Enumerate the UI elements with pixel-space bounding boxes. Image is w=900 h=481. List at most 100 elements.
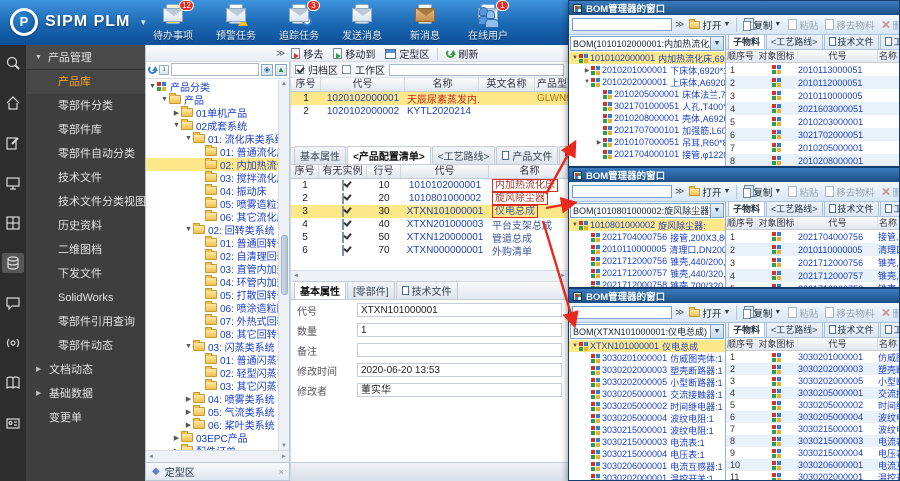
- remove-button[interactable]: 移去: [287, 46, 327, 61]
- bom-search-input[interactable]: [572, 185, 672, 198]
- instance-checkbox[interactable]: [342, 193, 344, 204]
- tab-sub-materials[interactable]: 子物料: [728, 202, 765, 216]
- table-row[interactable]: 5 3030205000002 时间继电器: [726, 399, 899, 411]
- tree-vertical-scrollbar[interactable]: ▲▼: [278, 80, 289, 450]
- table-row[interactable]: 5 2021712000758 锥壳,700/3: [726, 282, 899, 287]
- tab-process-route[interactable]: <工艺路线>: [766, 202, 823, 216]
- tree-expander-icon[interactable]: ▼: [184, 135, 193, 142]
- sort-icon[interactable]: 1: [159, 65, 169, 75]
- bom-tree-node[interactable]: 3030206000001电流互感器:1: [569, 460, 725, 472]
- archive-checkbox[interactable]: [295, 65, 304, 74]
- tab-process-route[interactable]: <工艺路线>: [766, 323, 823, 337]
- search-icon[interactable]: [2, 53, 24, 73]
- tab-process-route[interactable]: <工艺路线>: [432, 146, 496, 164]
- menu-group-item[interactable]: ▶ 基础数据: [26, 382, 145, 406]
- chat-icon[interactable]: [2, 293, 24, 313]
- locate-button[interactable]: ◈: [261, 64, 273, 76]
- table-row[interactable]: 3 3030202000005 小型断路器: [726, 375, 899, 387]
- tree-expander-icon[interactable]: ▶: [595, 139, 603, 146]
- table-row[interactable]: 4 2021603000051: [726, 102, 899, 115]
- tab-process-route[interactable]: <工艺路线>: [766, 35, 823, 49]
- tree-expander-icon[interactable]: ▼: [160, 96, 169, 103]
- tree-expander-icon[interactable]: ▼: [184, 226, 193, 233]
- bom-tree-node[interactable]: 2021712000758锥壳,700/320,1360: [569, 279, 725, 287]
- top-action-button[interactable]: 3 追踪任务: [274, 4, 324, 42]
- expand-button[interactable]: ▲: [275, 64, 287, 76]
- bom-tree-node[interactable]: 3030202000001温控开关:1: [569, 472, 725, 480]
- menu-item[interactable]: 技术文件分类视图: [26, 190, 145, 214]
- tree-expander-icon[interactable]: ▶: [184, 395, 193, 403]
- table-row[interactable]: 8 2010208000001: [726, 154, 899, 166]
- open-button[interactable]: 打开▼: [687, 18, 732, 32]
- bom-search-input[interactable]: [572, 18, 672, 31]
- tree-expander-icon[interactable]: ▶: [184, 421, 193, 429]
- bom-tree-node[interactable]: ▶ 2010107000051吊耳,R60*80,R1296:4: [569, 136, 725, 148]
- tab-sub-materials[interactable]: 子物料: [728, 323, 765, 337]
- tree-expander-icon[interactable]: ▼: [571, 222, 579, 228]
- top-action-button[interactable]: 12 待办事项: [148, 4, 198, 42]
- delete-button[interactable]: 删除: [879, 306, 899, 320]
- bom-tree-node[interactable]: ▼ 1010801000002旋风除尘器:: [569, 219, 725, 231]
- remove-material-button[interactable]: 移去物料: [823, 18, 876, 32]
- bom-tree-node[interactable]: ▶ 2010201000001下床体,6920*1312*2510,6(4):1: [569, 64, 725, 76]
- fixed-area-tab[interactable]: ◆ 定型区 ×: [146, 462, 289, 480]
- refresh-button[interactable]: 刷新: [442, 46, 482, 61]
- tree-expander-icon[interactable]: ▼: [172, 122, 181, 129]
- fixed-area-button[interactable]: 定型区: [381, 46, 433, 61]
- bom-tree-node[interactable]: 3030205000004波纹电阻:1: [569, 412, 725, 424]
- instance-checkbox[interactable]: [342, 245, 344, 256]
- bom-tree-node[interactable]: ▼ XTXN101000001仪电总成: [569, 340, 725, 352]
- tab-tech-files[interactable]: 技术文件: [824, 202, 879, 216]
- table-row[interactable]: 7 2010205000001: [726, 141, 899, 154]
- tab-product-files[interactable]: 产品文件: [496, 146, 558, 164]
- menu-item[interactable]: 产品库: [26, 70, 145, 94]
- home-icon[interactable]: [2, 93, 24, 113]
- grid-icon[interactable]: [2, 213, 24, 233]
- table-row[interactable]: 2 2010110000005 清理口,DN2: [726, 243, 899, 256]
- table-row[interactable]: 8 3030215000003 电流表: [726, 435, 899, 447]
- bom-tree-node[interactable]: 3030201000001仿威图壳体:1: [569, 352, 725, 364]
- bom-tree-node[interactable]: 3030202000003塑壳断路器:1: [569, 364, 725, 376]
- bom-tree-node[interactable]: 2021707000101加强筋,L60*30,7700:1: [569, 124, 725, 136]
- top-action-button[interactable]: 1 在线用户: [463, 4, 513, 42]
- tree-expander-icon[interactable]: ▼: [148, 83, 157, 90]
- tab-tech-files[interactable]: 技术文件: [396, 281, 458, 299]
- table-row[interactable]: 1 1020102000001 天辰尿素蒸发内... GLWN9: [291, 92, 568, 105]
- table-row[interactable]: 3 2010110000005: [726, 89, 899, 102]
- delete-button[interactable]: 删除: [879, 18, 899, 32]
- bom-tree-node[interactable]: 3030215000001波纹电阻:1: [569, 424, 725, 436]
- bom-tree-node[interactable]: 2021704000756接管,200X3,80:1: [569, 231, 725, 243]
- table-row[interactable]: 9 3030215000004 电压表: [726, 447, 899, 459]
- bom-tree-node[interactable]: 2010208000001壳体,A6920*2400(1312)*2700,1: [569, 112, 725, 124]
- chevron-down-icon[interactable]: ▼: [710, 204, 723, 217]
- instance-checkbox[interactable]: [342, 180, 344, 191]
- tree-horizontal-scrollbar[interactable]: ◄►: [146, 450, 289, 462]
- tree-expander-icon[interactable]: ▼: [571, 343, 579, 349]
- delete-button[interactable]: 删除: [879, 185, 899, 199]
- tab-basic-props[interactable]: 基本属性: [294, 146, 346, 164]
- tab-product-config-list[interactable]: <产品配置清单>: [347, 146, 431, 164]
- table-row[interactable]: 4 3030205000001 交流接触器: [726, 387, 899, 399]
- form-value-field[interactable]: [357, 343, 562, 357]
- menu-group-product-management[interactable]: ▼ 产品管理: [26, 45, 145, 70]
- refresh-icon[interactable]: [148, 65, 157, 74]
- chevron-down-icon[interactable]: ▼: [710, 325, 723, 338]
- paste-button[interactable]: 粘贴: [786, 18, 820, 32]
- bom-tree-node[interactable]: ▼ 1010102000001内加热流化床,6920*1312,GLWN9:: [569, 52, 725, 64]
- table-row[interactable]: 11 3030202000001 温控开关: [726, 471, 899, 480]
- instance-checkbox[interactable]: [342, 206, 344, 217]
- form-value-field[interactable]: 1: [357, 323, 562, 337]
- table-row[interactable]: 5 2010203000001: [726, 115, 899, 128]
- bom-window-title-bar[interactable]: BOM管理器的窗口: [569, 1, 899, 15]
- bom-tree-node[interactable]: 2021712000756锥壳,440/200,270,3: [569, 255, 725, 267]
- tab-tech-files[interactable]: 技术文件: [824, 323, 879, 337]
- bom-search-input[interactable]: [572, 306, 672, 319]
- table-row[interactable]: 10 3030206000001 电流互感器: [726, 459, 899, 471]
- menu-item[interactable]: 历史资料: [26, 214, 145, 238]
- chevron-down-icon[interactable]: ▼: [710, 37, 723, 50]
- bom-window-title-bar[interactable]: BOM管理器的窗口: [569, 289, 899, 303]
- collapse-icon[interactable]: ≫: [675, 19, 684, 30]
- menu-item[interactable]: 零部件库: [26, 118, 145, 142]
- bom-selector-dropdown[interactable]: BOM(1010801000002:旋风除尘器) ▼: [570, 203, 724, 218]
- table-row[interactable]: 2 1020102000002 KYTL2020214: [291, 105, 568, 118]
